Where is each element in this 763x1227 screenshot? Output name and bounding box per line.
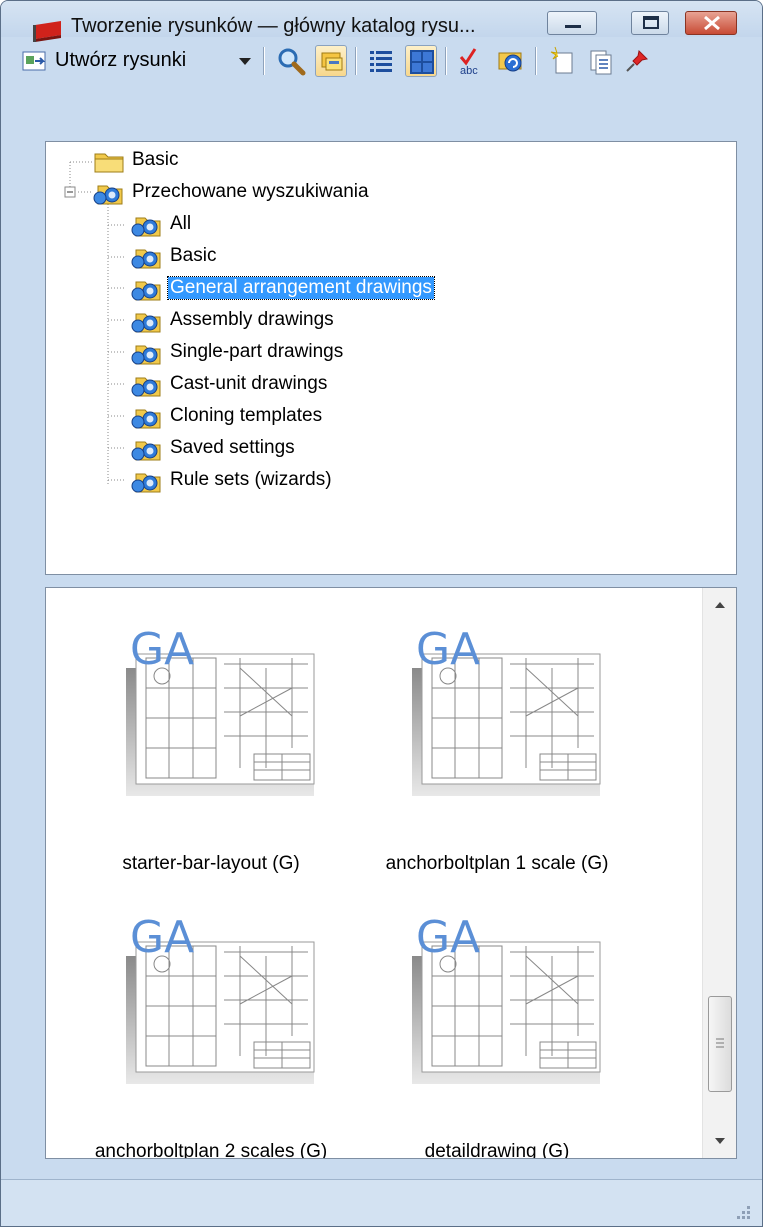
toolbar: Utwórz rysunki abc xyxy=(17,37,757,83)
saved-search-folder-icon xyxy=(131,473,161,493)
refresh-button[interactable] xyxy=(495,45,527,77)
filter-icon xyxy=(321,52,343,71)
search-icon xyxy=(278,48,306,76)
drawing-thumbnail[interactable]: GA starter-bar-layout (G) xyxy=(76,628,346,878)
copy-document-icon xyxy=(590,50,612,75)
scroll-up-icon[interactable] xyxy=(703,588,737,618)
create-drawings-icon xyxy=(22,51,46,71)
minimize-button[interactable] xyxy=(547,11,597,35)
ga-badge: GA xyxy=(416,916,480,963)
tree-item-label: Assembly drawings xyxy=(170,309,334,330)
main-window: Tworzenie rysunków — główny katalog rysu… xyxy=(0,0,763,1227)
pin-button[interactable] xyxy=(621,45,653,77)
saved-search-folder-icon xyxy=(131,345,161,365)
saved-search-folder-icon xyxy=(131,441,161,461)
thumbnail-label: anchorboltplan 1 scale (G) xyxy=(385,853,609,874)
folder-icon xyxy=(94,153,124,173)
maximize-icon xyxy=(643,16,659,29)
saved-search-folder-icon xyxy=(131,217,161,237)
thumbnail-label: detaildrawing (G) xyxy=(424,1141,570,1159)
tree-item-label: Basic xyxy=(170,245,217,266)
copy-document-button[interactable] xyxy=(585,45,617,77)
scroll-down-icon[interactable] xyxy=(703,1128,737,1158)
ga-badge: GA xyxy=(416,628,480,675)
saved-search-folder-icon xyxy=(131,409,161,429)
thumbnail-view-icon xyxy=(410,50,434,74)
drawing-thumbnail[interactable]: GA detaildrawing (G) xyxy=(362,916,632,1159)
search-button[interactable] xyxy=(275,45,307,77)
tree-panel[interactable]: Basic Przechowane wyszukiwania All Basic G… xyxy=(45,141,737,575)
create-drawings-label: Utwórz rysunki xyxy=(55,49,187,71)
new-document-icon xyxy=(550,46,573,74)
tree-item-label: Single-part drawings xyxy=(170,341,344,362)
saved-search-folder-icon xyxy=(131,249,161,269)
tree-item-label: Rule sets (wizards) xyxy=(170,469,332,490)
svg-text:abc: abc xyxy=(460,65,478,77)
grip-lines-icon xyxy=(716,1038,724,1048)
new-document-button[interactable] xyxy=(547,45,579,77)
drawing-preview-image: GA xyxy=(412,628,601,796)
toolbar-separator xyxy=(263,47,265,75)
tree-item-label: Basic xyxy=(132,149,179,170)
saved-search-folder-icon xyxy=(131,313,161,333)
filter-button[interactable] xyxy=(315,45,347,77)
saved-search-folder-icon xyxy=(131,377,161,397)
tree-item-label: All xyxy=(170,213,192,234)
drawing-preview-image: GA xyxy=(412,916,601,1084)
close-icon xyxy=(704,15,720,31)
drawing-preview-image: GA xyxy=(126,628,315,796)
vertical-scrollbar[interactable] xyxy=(702,588,737,1158)
thumbnail-label: anchorboltplan 2 scales (G) xyxy=(94,1141,328,1159)
maximize-button[interactable] xyxy=(631,11,669,35)
scrollbar-thumb[interactable] xyxy=(708,996,732,1092)
toolbar-separator xyxy=(535,47,537,75)
saved-search-folder-icon xyxy=(131,281,161,301)
resize-grip-icon[interactable] xyxy=(733,1204,753,1224)
saved-search-folder-icon xyxy=(93,185,123,205)
minimize-icon xyxy=(565,25,581,28)
create-drawings-button[interactable]: Utwórz rysunki xyxy=(19,45,267,77)
list-view-icon xyxy=(370,51,392,72)
list-view-button[interactable] xyxy=(365,45,397,77)
close-button[interactable] xyxy=(685,11,737,35)
refresh-icon xyxy=(498,52,522,72)
tree-item-label: Przechowane wyszukiwania xyxy=(132,181,369,202)
tree-item-label: General arrangement drawings xyxy=(167,276,435,300)
spellcheck-button[interactable]: abc xyxy=(457,45,489,77)
window-title: Tworzenie rysunków — główny katalog rysu… xyxy=(71,15,476,37)
ga-badge: GA xyxy=(130,916,194,963)
thumbnail-label: starter-bar-layout (G) xyxy=(122,853,300,874)
tree-item-label: Saved settings xyxy=(170,437,295,458)
title-bar[interactable]: Tworzenie rysunków — główny katalog rysu… xyxy=(1,1,762,42)
pin-icon xyxy=(626,49,649,72)
drawing-preview-image: GA xyxy=(126,916,315,1084)
ga-badge: GA xyxy=(130,628,194,675)
toolbar-separator xyxy=(355,47,357,75)
spellcheck-icon: abc xyxy=(459,48,478,77)
thumbnail-panel[interactable]: GA starter-bar-layout (G) GA anchorboltplan… xyxy=(45,587,737,1159)
drawing-thumbnail[interactable]: GA anchorboltplan 1 scale (G) xyxy=(362,628,632,878)
toolbar-separator xyxy=(445,47,447,75)
status-bar xyxy=(1,1179,762,1226)
chevron-down-icon[interactable] xyxy=(235,45,255,77)
drawing-thumbnail[interactable]: GA anchorboltplan 2 scales (G) xyxy=(76,916,346,1159)
tree-item-label: Cloning templates xyxy=(170,405,323,426)
thumbnail-view-button[interactable] xyxy=(405,45,437,77)
tree-item-label: Cast-unit drawings xyxy=(170,373,328,394)
